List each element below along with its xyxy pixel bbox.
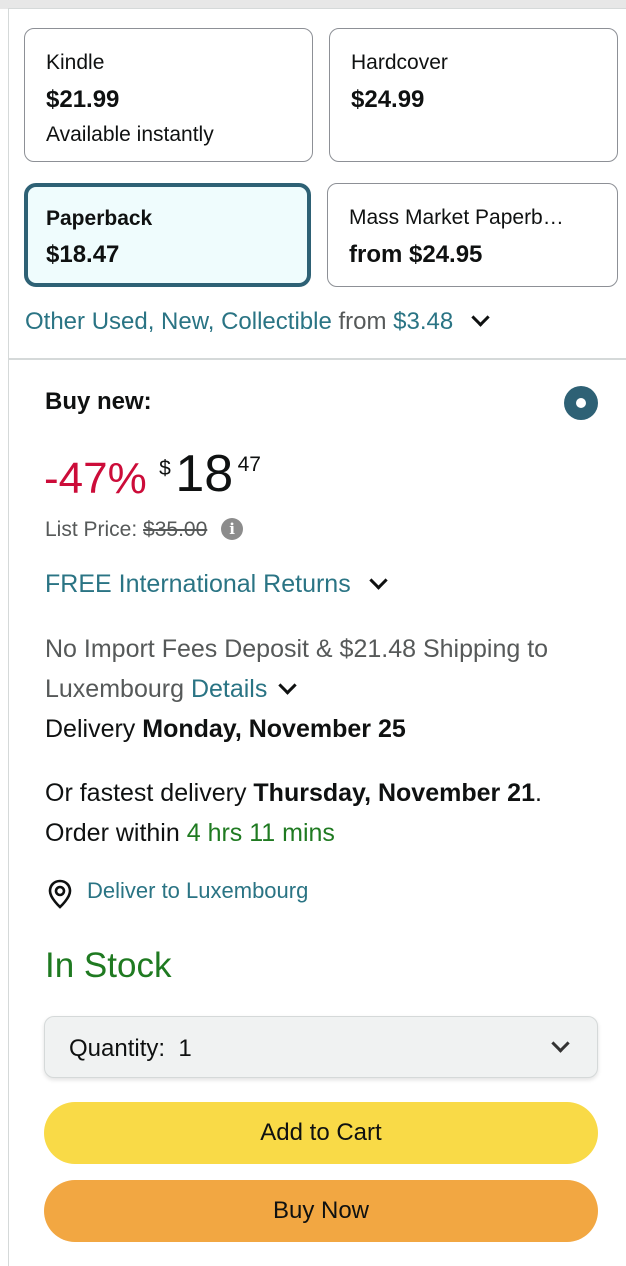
format-availability: Available instantly	[46, 123, 214, 146]
format-price: $24.99	[351, 86, 425, 113]
format-price: from $24.95	[349, 241, 483, 268]
format-name: Hardcover	[351, 51, 448, 74]
list-price-label: List Price:	[45, 518, 138, 541]
chevron-down-icon[interactable]	[471, 308, 490, 327]
other-offers-from: from	[338, 308, 387, 335]
discount-percent: -47%	[44, 454, 147, 503]
format-hardcover[interactable]: Hardcover $24.99	[329, 28, 618, 162]
chevron-down-icon	[551, 1034, 570, 1053]
format-kindle[interactable]: Kindle $21.99 Available instantly	[24, 28, 313, 162]
countdown: 4 hrs 11 mins	[186, 819, 335, 847]
shipping-info: No Import Fees Deposit & $21.48 Shipping…	[45, 629, 595, 709]
chevron-down-icon[interactable]	[368, 571, 388, 590]
list-price-value: $35.00	[143, 518, 208, 541]
format-mass-market[interactable]: Mass Market Paperb… from $24.95	[327, 183, 618, 287]
quantity-label: Quantity: 1	[69, 1035, 192, 1063]
price-row: -47% $ 18 47	[44, 444, 261, 504]
quantity-label-text: Quantity:	[69, 1035, 166, 1062]
list-price: List Price: $35.00 i	[45, 518, 244, 542]
price-whole: 18	[175, 445, 234, 503]
buy-now-button[interactable]: Buy Now	[44, 1180, 598, 1242]
format-price: $21.99	[46, 86, 120, 113]
location-pin-icon	[48, 879, 72, 909]
format-name: Paperback	[46, 207, 153, 230]
quantity-value: 1	[178, 1035, 192, 1062]
divider	[9, 358, 626, 360]
fastest-prefix: Or fastest delivery	[45, 779, 247, 807]
buy-new-label: Buy new:	[45, 388, 152, 415]
delivery-date-value: Monday, November 25	[142, 715, 406, 743]
fastest-delivery: Or fastest delivery Thursday, November 2…	[45, 773, 595, 853]
currency-symbol: $	[159, 457, 171, 480]
format-paperback[interactable]: Paperback $18.47	[24, 183, 311, 287]
deliver-to-link[interactable]: Deliver to Luxembourg	[87, 878, 308, 904]
chevron-down-icon[interactable]	[278, 676, 298, 695]
other-offers-link[interactable]: Other Used, New, Collectible	[25, 308, 332, 335]
shipping-text: No Import Fees Deposit & $21.48 Shipping…	[45, 635, 549, 703]
shipping-details-link[interactable]: Details	[191, 675, 267, 703]
format-price: $18.47	[46, 241, 120, 268]
fastest-date: Thursday, November 21	[253, 779, 535, 807]
other-offers-price[interactable]: $3.48	[393, 308, 453, 335]
info-icon[interactable]: i	[221, 518, 244, 540]
format-name: Kindle	[46, 51, 105, 74]
returns-dropdown[interactable]: FREE International Returns	[45, 570, 388, 599]
delivery-label: Delivery	[45, 715, 136, 743]
stock-status: In Stock	[45, 946, 172, 985]
quantity-select[interactable]: Quantity: 1	[44, 1016, 598, 1078]
delivery-date: Delivery Monday, November 25	[45, 709, 595, 749]
radio-selected-icon[interactable]	[564, 386, 598, 420]
other-offers[interactable]: Other Used, New, Collectible from $3.48	[25, 308, 490, 336]
price-fraction: 47	[237, 453, 261, 476]
format-name: Mass Market Paperb…	[349, 206, 564, 229]
returns-link[interactable]: FREE International Returns	[45, 570, 351, 598]
add-to-cart-button[interactable]: Add to Cart	[44, 1102, 598, 1164]
